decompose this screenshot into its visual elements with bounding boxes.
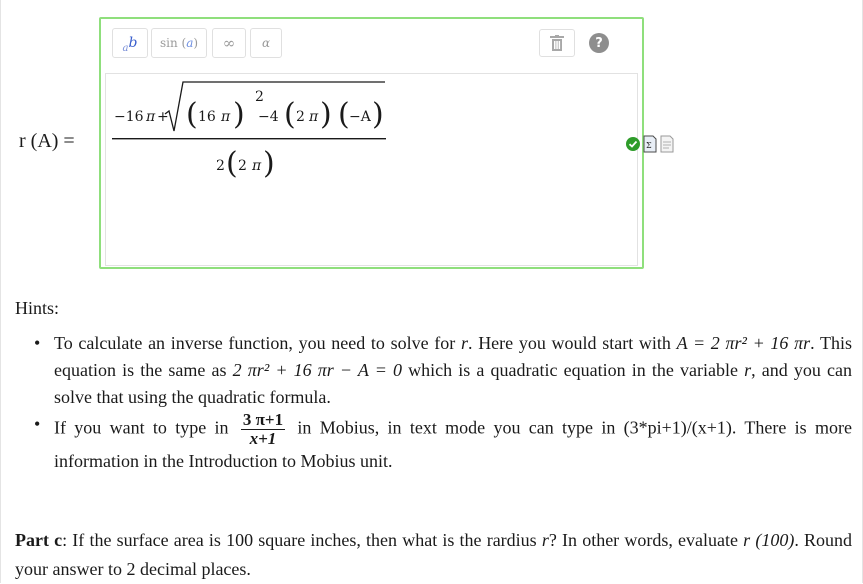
power-exp-text: b	[128, 35, 138, 51]
equation-doc-icon[interactable]: Σ	[643, 135, 657, 153]
math-expression: r (100)	[743, 530, 795, 550]
trash-icon	[550, 35, 564, 51]
part-label: Part c	[15, 530, 63, 550]
paren-glyph: (	[226, 146, 238, 181]
formula-token: −16	[114, 109, 144, 125]
hints-heading: Hints:	[15, 298, 60, 318]
math-number: 100	[226, 530, 254, 550]
clear-button[interactable]	[539, 29, 575, 57]
formula-token: 2	[296, 109, 305, 125]
function-label: r (A) =	[19, 130, 75, 153]
hint-text: To calculate an inverse function, you ne…	[54, 333, 456, 353]
math-input-area[interactable]: −16 π + ( 16 π ) 2 −4 ( 2 π ) ( −A ) 2 (…	[105, 73, 638, 266]
paren-glyph: )	[233, 97, 245, 132]
formula-token: −4	[258, 109, 279, 125]
check-icon	[626, 137, 640, 151]
paren-glyph: )	[263, 146, 275, 181]
paren-glyph: (	[338, 97, 350, 132]
status-icons: Σ	[626, 134, 674, 154]
power-base-text: a	[122, 42, 129, 54]
sin-button[interactable]: sin (a)	[151, 28, 207, 58]
text-doc-icon[interactable]	[660, 135, 674, 153]
paren-glyph: (	[186, 97, 198, 132]
infinity-symbol: ∞	[222, 34, 236, 52]
hint-text: If you want to type in	[54, 417, 229, 438]
help-icon: ?	[589, 33, 609, 53]
math-var: r	[541, 530, 549, 550]
hints-list: To calculate an inverse function, you ne…	[30, 330, 852, 475]
paren-glyph: )	[320, 97, 332, 132]
formula-token: π	[220, 109, 231, 125]
fraction-numerator: 3 π+1	[240, 410, 286, 430]
question-text: square inches, then what is the rardius	[258, 530, 537, 550]
greek-letters-button[interactable]: α	[250, 28, 282, 58]
formula-token: π	[308, 109, 319, 125]
formula-token: 2	[216, 158, 225, 174]
left-frame-border	[0, 0, 1, 583]
fraction-denominator: x+1	[249, 429, 277, 448]
infinity-button[interactable]: ∞	[212, 28, 246, 58]
help-button[interactable]: ?	[581, 29, 617, 57]
formula-token: π	[251, 158, 262, 174]
math-fraction: 3 π+1 x+1	[240, 410, 286, 448]
alpha-symbol: α	[261, 36, 271, 50]
svg-text:Σ: Σ	[646, 141, 652, 150]
formula-token: 2	[238, 158, 247, 174]
help-icon-glyph: ?	[595, 35, 603, 51]
formula-token: 2	[255, 89, 264, 105]
sin-arg: a	[186, 36, 194, 50]
equation-editor[interactable]: ab sin (a) ∞ α ? −16 π + (16 π) 2 −4 (…	[99, 17, 644, 269]
formula-token: 16	[198, 109, 216, 125]
formula-token: π	[145, 109, 156, 125]
math-equation: A = 2 πr² + 16 πr	[676, 333, 811, 353]
formula-display: −16 π + ( 16 π ) 2 −4 ( 2 π ) ( −A ) 2 (…	[112, 81, 386, 181]
hint-text: which is a quadratic equation in the var…	[408, 360, 738, 380]
question-text: ? In other words, evaluate	[548, 530, 738, 550]
formula-token: −A	[349, 109, 372, 125]
paren-glyph: (	[284, 97, 296, 132]
function-label-text: r (A) =	[19, 130, 75, 152]
part-c-question: Part c: If the surface area is 100 squar…	[15, 526, 852, 584]
paren-glyph: )	[372, 97, 384, 132]
power-button[interactable]: ab	[112, 28, 148, 58]
math-equation: 2 πr² + 16 πr − A = 0	[232, 360, 402, 380]
hint-item: To calculate an inverse function, you ne…	[30, 330, 852, 411]
fraction-bar	[112, 138, 386, 140]
editor-toolbar: ab sin (a) ∞ α ?	[101, 19, 642, 73]
sin-label: sin	[159, 36, 178, 50]
question-text: : If the surface area is	[62, 530, 221, 550]
hint-item: If you want to type in 3 π+1x+1 in Mobiu…	[30, 411, 852, 475]
math-var: r	[460, 333, 468, 353]
hint-text: . Here you would start with	[468, 333, 671, 353]
formula-token: +	[157, 109, 169, 125]
